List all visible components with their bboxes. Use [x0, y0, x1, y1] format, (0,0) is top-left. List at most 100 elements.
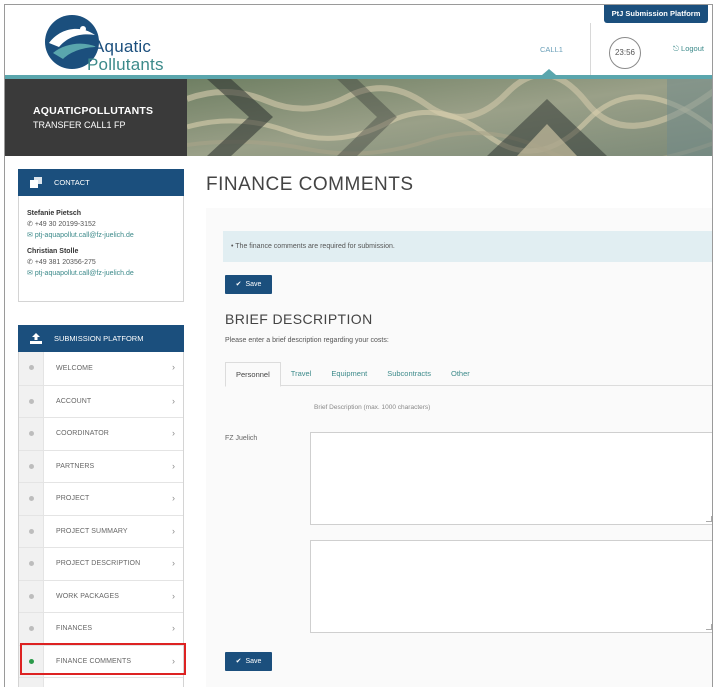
tab-travel[interactable]: Travel [281, 362, 322, 385]
chevron-right-icon: › [172, 395, 175, 406]
status-dot-icon [29, 658, 34, 664]
info-text: The finance comments are required for su… [235, 243, 395, 250]
contact-header-label: CONTACT [54, 178, 90, 187]
logout-label: Logout [681, 44, 704, 53]
chevron-right-icon: › [172, 493, 175, 503]
status-column [19, 418, 44, 450]
status-column [19, 548, 44, 580]
status-dot-icon [29, 463, 34, 469]
sidebar-item-label: PARTNERS [56, 462, 95, 470]
brief-description-textarea-2[interactable] [310, 540, 712, 633]
status-column [19, 450, 44, 482]
tab-personnel[interactable]: Personnel [225, 362, 281, 387]
contact-header: CONTACT [18, 169, 184, 196]
status-dot-icon [29, 431, 34, 436]
chevron-right-icon: › [172, 362, 175, 372]
tab-other[interactable]: Other [441, 362, 480, 385]
site-logo[interactable]: Aquatic Pollutants [43, 13, 173, 75]
session-timer: 23:56 [609, 37, 641, 69]
logo-text-pollutants: Pollutants [87, 55, 164, 74]
contact-phone-1: ✆ +49 30 20199-3152 [27, 219, 183, 230]
email-address-2[interactable]: ptj-aquapollut.call@fz-juelich.de [35, 270, 134, 277]
tab-equipment[interactable]: Equipment [321, 362, 377, 385]
sidebar-item-label: WELCOME [56, 364, 93, 372]
contact-card-icon [30, 177, 42, 188]
sidebar-item-partners[interactable]: PARTNERS › [19, 449, 183, 482]
info-alert: • The finance comments are required for … [223, 231, 712, 262]
sidebar-item-label: FINANCES [56, 625, 93, 633]
submission-platform-box: SUBMISSION PLATFORM WELCOME › ACCOUNT › COOR… [18, 325, 184, 687]
sidebar-item-finance-comments[interactable]: FINANCE COMMENTS › [19, 644, 183, 677]
contact-details: Stefanie Pietsch ✆ +49 30 20199-3152 ✉ p… [18, 196, 184, 302]
sidebar-item-project[interactable]: PROJECT › [19, 482, 183, 515]
sidebar-item-work-packages[interactable]: WORK PACKAGES › [19, 579, 183, 612]
tab-subcontracts[interactable]: Subcontracts [377, 362, 441, 385]
contact-email-2[interactable]: ✉ ptj-aquapollut.call@fz-juelich.de [27, 268, 183, 279]
status-column [19, 352, 44, 385]
sidebar-item-label: PROJECT SUMMARY [56, 527, 128, 535]
check-icon: ✔ [235, 281, 242, 288]
browser-frame: PtJ Submission Platform Aquatic Pollutan… [4, 4, 713, 687]
sidebar-item-welcome[interactable]: WELCOME › [19, 352, 183, 385]
logout-icon: ⎋ [673, 44, 679, 53]
status-dot-icon [29, 593, 34, 599]
upload-icon [30, 333, 42, 344]
cost-tabs: Personnel Travel Equipment Subcontracts … [225, 362, 712, 387]
hero-banner: AQUATICPOLLUTANTS TRANSFER CALL1 FP [5, 79, 712, 156]
banner-title-box: AQUATICPOLLUTANTS TRANSFER CALL1 FP [5, 79, 187, 156]
phone-icon: ✆ [27, 221, 33, 228]
sidebar-item-label: WORK PACKAGES [56, 592, 120, 600]
sidebar-item-project-summary[interactable]: PROJECT SUMMARY › [19, 514, 183, 547]
banner-water-image [187, 79, 712, 156]
sidebar-item-label: PROJECT DESCRIPTION [56, 560, 141, 568]
status-column [19, 645, 44, 677]
sidebar-item-coordinator[interactable]: COORDINATOR › [19, 417, 183, 450]
section-subtitle: Please enter a brief description regardi… [225, 337, 389, 344]
sidebar: CONTACT Stefanie Pietsch ✆ +49 30 20199-… [18, 169, 184, 687]
contact-name-1: Stefanie Pietsch [27, 210, 82, 217]
contact-name-2: Christian Stolle [27, 248, 79, 255]
sidebar-item-label: PROJECT [56, 495, 90, 503]
save-label: Save [245, 281, 262, 288]
save-label: Save [245, 658, 262, 665]
status-dot-icon [29, 561, 34, 566]
contact-email-1[interactable]: ✉ ptj-aquapollut.call@fz-juelich.de [27, 230, 183, 241]
sidebar-item-project-description[interactable]: PROJECT DESCRIPTION › [19, 547, 183, 580]
resize-handle-2[interactable] [706, 624, 712, 630]
status-dot-icon [29, 398, 34, 404]
sidebar-item-label: COORDINATOR [56, 430, 109, 438]
submission-header-label: SUBMISSION PLATFORM [54, 334, 144, 343]
status-column [19, 613, 44, 645]
status-column [19, 580, 44, 612]
logout-link[interactable]: ⎋ Logout [673, 44, 704, 54]
phone-number-1: +49 30 20199-3152 [34, 221, 96, 228]
page-title: FINANCE COMMENTS [206, 174, 414, 195]
platform-tab[interactable]: PtJ Submission Platform [604, 5, 708, 23]
sidebar-item-briefs[interactable]: BRIEFS› [19, 677, 183, 687]
brief-description-textarea-1[interactable] [310, 432, 712, 525]
check-icon: ✔ [235, 658, 242, 665]
chevron-right-icon: › [172, 558, 175, 568]
resize-handle-1[interactable] [706, 516, 712, 522]
chevron-right-icon: › [172, 525, 175, 536]
sidebar-item-account[interactable]: ACCOUNT › [19, 384, 183, 417]
sidebar-item-finances[interactable]: FINANCES › [19, 612, 183, 645]
chevron-right-icon: › [172, 655, 175, 666]
banner-subtitle: TRANSFER CALL1 FP [33, 120, 126, 130]
chevron-right-icon: › [172, 428, 175, 438]
save-button-bottom[interactable]: ✔ Save [225, 652, 272, 671]
bullet-icon: • [231, 243, 234, 250]
sidebar-item-label: ACCOUNT [56, 397, 92, 405]
save-button-top[interactable]: ✔ Save [225, 275, 272, 294]
nav-call1[interactable]: CALL1 [540, 45, 563, 54]
chevron-right-icon: › [172, 590, 175, 601]
chevron-right-icon: › [172, 623, 175, 633]
submission-header: SUBMISSION PLATFORM [18, 325, 184, 352]
email-address-1[interactable]: ptj-aquapollut.call@fz-juelich.de [35, 232, 134, 239]
sidebar-item-label: FINANCE COMMENTS [56, 657, 132, 665]
field-caption: Brief Description (max. 1000 characters) [314, 404, 431, 411]
contact-phone-2: ✆ +49 381 20356-275 [27, 257, 183, 268]
site-header: PtJ Submission Platform Aquatic Pollutan… [5, 5, 712, 79]
status-dot-icon [29, 365, 34, 370]
mail-icon: ✉ [27, 232, 33, 239]
